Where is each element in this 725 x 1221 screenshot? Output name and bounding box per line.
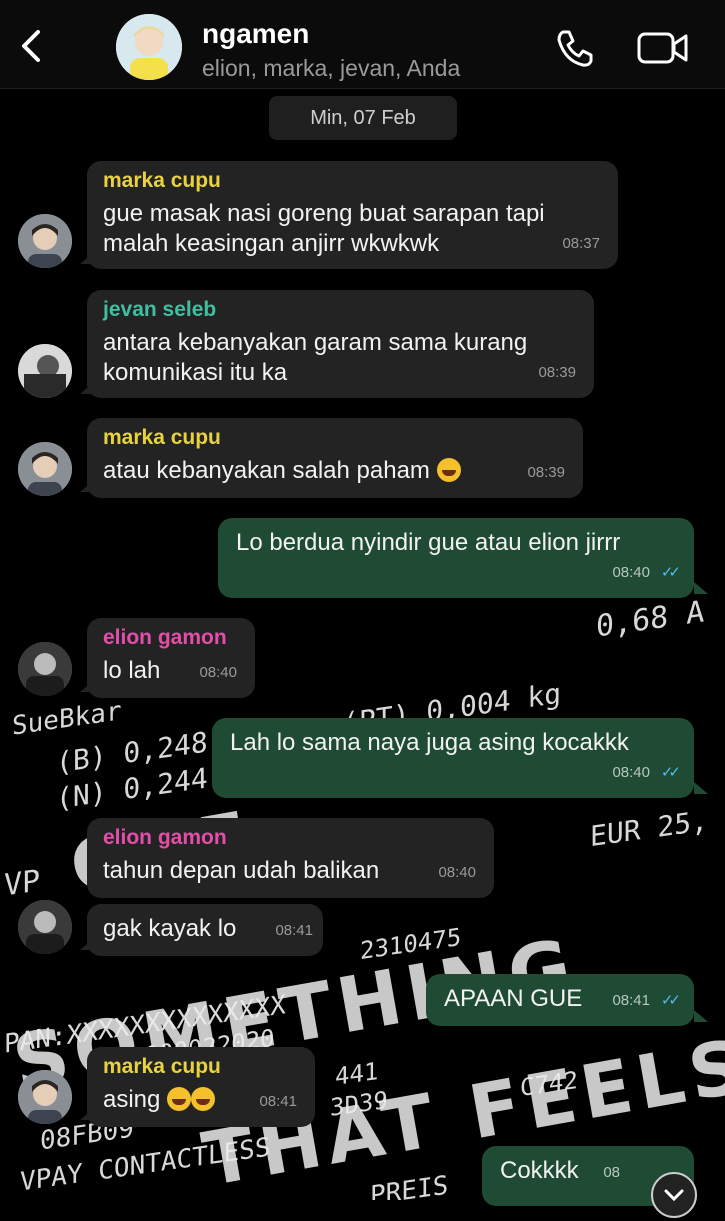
wallpaper-text: PREIS	[370, 1170, 449, 1200]
message-time: 08:41	[259, 1093, 297, 1110]
back-arrow-icon[interactable]	[14, 24, 50, 68]
message-text: malah keasingan anjirr wkwkwk	[103, 230, 440, 257]
message-bubble[interactable]: Lo berdua nyindir gue atau elion jirrr 0…	[218, 518, 694, 598]
message-time: 08:40	[612, 564, 650, 581]
message-text: asing	[103, 1086, 161, 1113]
sender-name[interactable]: marka cupu	[103, 1055, 299, 1079]
message-time: 08	[603, 1164, 620, 1181]
message-bubble[interactable]: marka cupu atau kebanyakan salah paham 0…	[87, 418, 583, 498]
date-separator: Min, 07 Feb	[269, 96, 457, 140]
message-text: antara kebanyakan garam sama kurang	[103, 329, 528, 356]
message-time: 08:39	[538, 364, 576, 381]
chevron-down-icon	[664, 1189, 684, 1202]
message-time: 08:40	[612, 764, 650, 781]
sender-name[interactable]: marka cupu	[103, 169, 602, 193]
message-bubble[interactable]: Lah lo sama naya juga asing kocakkk 08:4…	[212, 718, 694, 798]
message-time: 08:39	[527, 464, 565, 481]
message-time: 08:41	[275, 922, 313, 939]
message-text: komunikasi itu ka	[103, 359, 288, 386]
avatar[interactable]	[18, 442, 72, 496]
message-time: 08:40	[438, 864, 476, 881]
bubble-tail	[694, 1010, 708, 1022]
wallpaper-text: 0,68 A	[596, 594, 705, 645]
message-bubble[interactable]: elion gamon tahun depan udah balikan 08:…	[87, 818, 494, 898]
wallpaper-text: VP	[4, 863, 41, 904]
avatar[interactable]	[18, 1070, 72, 1124]
message-text: gue masak nasi goreng buat sarapan tapi	[103, 200, 545, 227]
avatar[interactable]	[18, 642, 72, 696]
sender-name[interactable]: marka cupu	[103, 426, 567, 450]
message-text: Lo berdua nyindir gue atau elion jirrr	[236, 529, 621, 556]
message-time: 08:41	[612, 992, 650, 1009]
video-call-icon[interactable]	[637, 30, 689, 66]
message-text: atau kebanyakan salah paham	[103, 457, 430, 484]
message-bubble[interactable]: marka cupu asing 08:41	[87, 1047, 315, 1127]
message-bubble[interactable]: gak kayak lo 08:41	[87, 904, 323, 956]
bubble-tail	[694, 582, 708, 594]
rofl-emoji-icon	[436, 458, 461, 482]
phone-call-icon[interactable]	[553, 26, 597, 70]
sender-name[interactable]: elion gamon	[103, 826, 478, 850]
avatar[interactable]	[18, 900, 72, 954]
sender-name[interactable]: jevan seleb	[103, 298, 578, 322]
message-text: Lah lo sama naya juga asing kocakkk	[230, 729, 629, 756]
message-text: tahun depan udah balikan	[103, 857, 380, 884]
wallpaper-text: SueBkar	[12, 696, 122, 742]
read-receipt-icon: ✓✓	[660, 992, 681, 1009]
read-receipt-icon: ✓✓	[660, 564, 681, 581]
message-bubble[interactable]: APAAN GUE 08:41 ✓✓	[426, 974, 694, 1026]
sender-name[interactable]: elion gamon	[103, 626, 239, 650]
message-text: Cokkkk	[500, 1157, 579, 1184]
message-bubble[interactable]: jevan seleb antara kebanyakan garam sama…	[87, 290, 594, 398]
chat-members[interactable]: elion, marka, jevan, Anda	[202, 55, 460, 82]
message-bubble[interactable]: marka cupu gue masak nasi goreng buat sa…	[87, 161, 618, 269]
read-receipt-icon: ✓✓	[660, 764, 681, 781]
wallpaper-text: 441	[335, 1056, 379, 1092]
avatar[interactable]	[18, 214, 72, 268]
message-time: 08:40	[199, 664, 237, 681]
avatar[interactable]	[18, 344, 72, 398]
message-bubble[interactable]: elion gamon lo lah 08:40	[87, 618, 255, 698]
rofl-emoji-icon	[167, 1087, 192, 1111]
bubble-tail	[694, 782, 708, 794]
message-time: 08:37	[562, 235, 600, 252]
rofl-emoji-icon	[191, 1087, 216, 1111]
group-avatar[interactable]	[116, 14, 182, 80]
wallpaper-text: EUR 25,	[590, 803, 709, 854]
chat-title[interactable]: ngamen	[202, 18, 309, 50]
chat-header: ngamen elion, marka, jevan, Anda	[0, 0, 725, 89]
scroll-down-button[interactable]	[651, 1172, 697, 1218]
